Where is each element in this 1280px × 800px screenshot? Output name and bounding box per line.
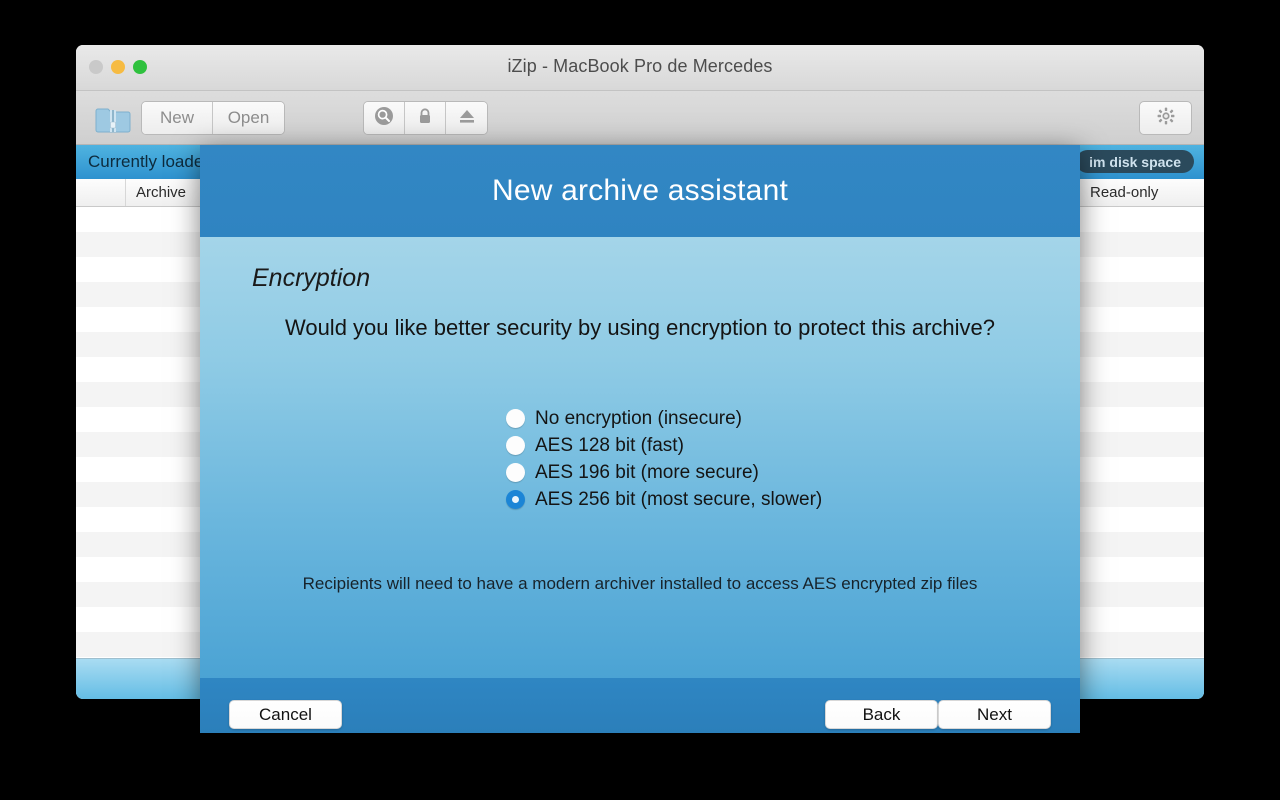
eject-icon bbox=[457, 106, 477, 131]
zip-folder-icon bbox=[93, 98, 133, 138]
lock-icon bbox=[415, 106, 435, 131]
question-text: Would you like better security by using … bbox=[284, 315, 996, 340]
currently-loaded-label: Currently loaded bbox=[88, 152, 213, 171]
encryption-option-1[interactable]: No encryption (insecure) bbox=[506, 405, 822, 432]
reclaim-disk-space-button[interactable]: im disk space bbox=[1076, 150, 1194, 173]
dialog-body: Encryption Would you like better securit… bbox=[200, 237, 1080, 678]
encryption-option-label: AES 196 bit (more secure) bbox=[535, 461, 759, 483]
settings-button[interactable] bbox=[1139, 101, 1192, 135]
back-button[interactable]: Back bbox=[825, 700, 938, 729]
encryption-option-4[interactable]: AES 256 bit (most secure, slower) bbox=[506, 486, 822, 513]
eject-button[interactable] bbox=[446, 102, 487, 134]
radio-button[interactable] bbox=[506, 463, 525, 482]
new-archive-assistant-dialog: New archive assistant Encryption Would y… bbox=[200, 145, 1080, 733]
lock-button[interactable] bbox=[405, 102, 446, 134]
search-icon bbox=[374, 106, 394, 131]
column-header-read-only[interactable]: Read-only bbox=[1080, 179, 1204, 206]
window-title: iZip - MacBook Pro de Mercedes bbox=[507, 56, 773, 76]
encryption-option-3[interactable]: AES 196 bit (more secure) bbox=[506, 459, 822, 486]
open-button[interactable]: Open bbox=[213, 102, 284, 134]
column-header-gutter[interactable] bbox=[76, 179, 126, 206]
footnote-text: Recipients will need to have a modern ar… bbox=[302, 574, 978, 593]
toolbar: New Open bbox=[76, 91, 1204, 145]
search-button[interactable] bbox=[364, 102, 405, 134]
dialog-title: New archive assistant bbox=[492, 174, 788, 207]
encryption-option-label: No encryption (insecure) bbox=[535, 407, 742, 429]
radio-button[interactable] bbox=[506, 409, 525, 428]
new-open-segmented-control: New Open bbox=[141, 101, 285, 135]
gear-icon bbox=[1156, 106, 1176, 131]
radio-button-selected[interactable] bbox=[506, 490, 525, 509]
screen: iZip - MacBook Pro de Mercedes New Open bbox=[0, 0, 1280, 800]
dialog-header: New archive assistant bbox=[200, 145, 1080, 237]
encryption-option-label: AES 128 bit (fast) bbox=[535, 434, 684, 456]
section-heading: Encryption bbox=[252, 264, 371, 292]
encryption-option-2[interactable]: AES 128 bit (fast) bbox=[506, 432, 822, 459]
cancel-button[interactable]: Cancel bbox=[229, 700, 342, 729]
window-titlebar: iZip - MacBook Pro de Mercedes bbox=[76, 45, 1204, 91]
encryption-option-label: AES 256 bit (most secure, slower) bbox=[535, 488, 823, 510]
radio-button[interactable] bbox=[506, 436, 525, 455]
dialog-footer: Cancel Back Next bbox=[200, 678, 1080, 733]
tool-icons-segmented-control bbox=[363, 101, 488, 135]
encryption-options-group: No encryption (insecure) AES 128 bit (fas… bbox=[506, 405, 822, 513]
new-button[interactable]: New bbox=[142, 102, 213, 134]
next-button[interactable]: Next bbox=[938, 700, 1051, 729]
